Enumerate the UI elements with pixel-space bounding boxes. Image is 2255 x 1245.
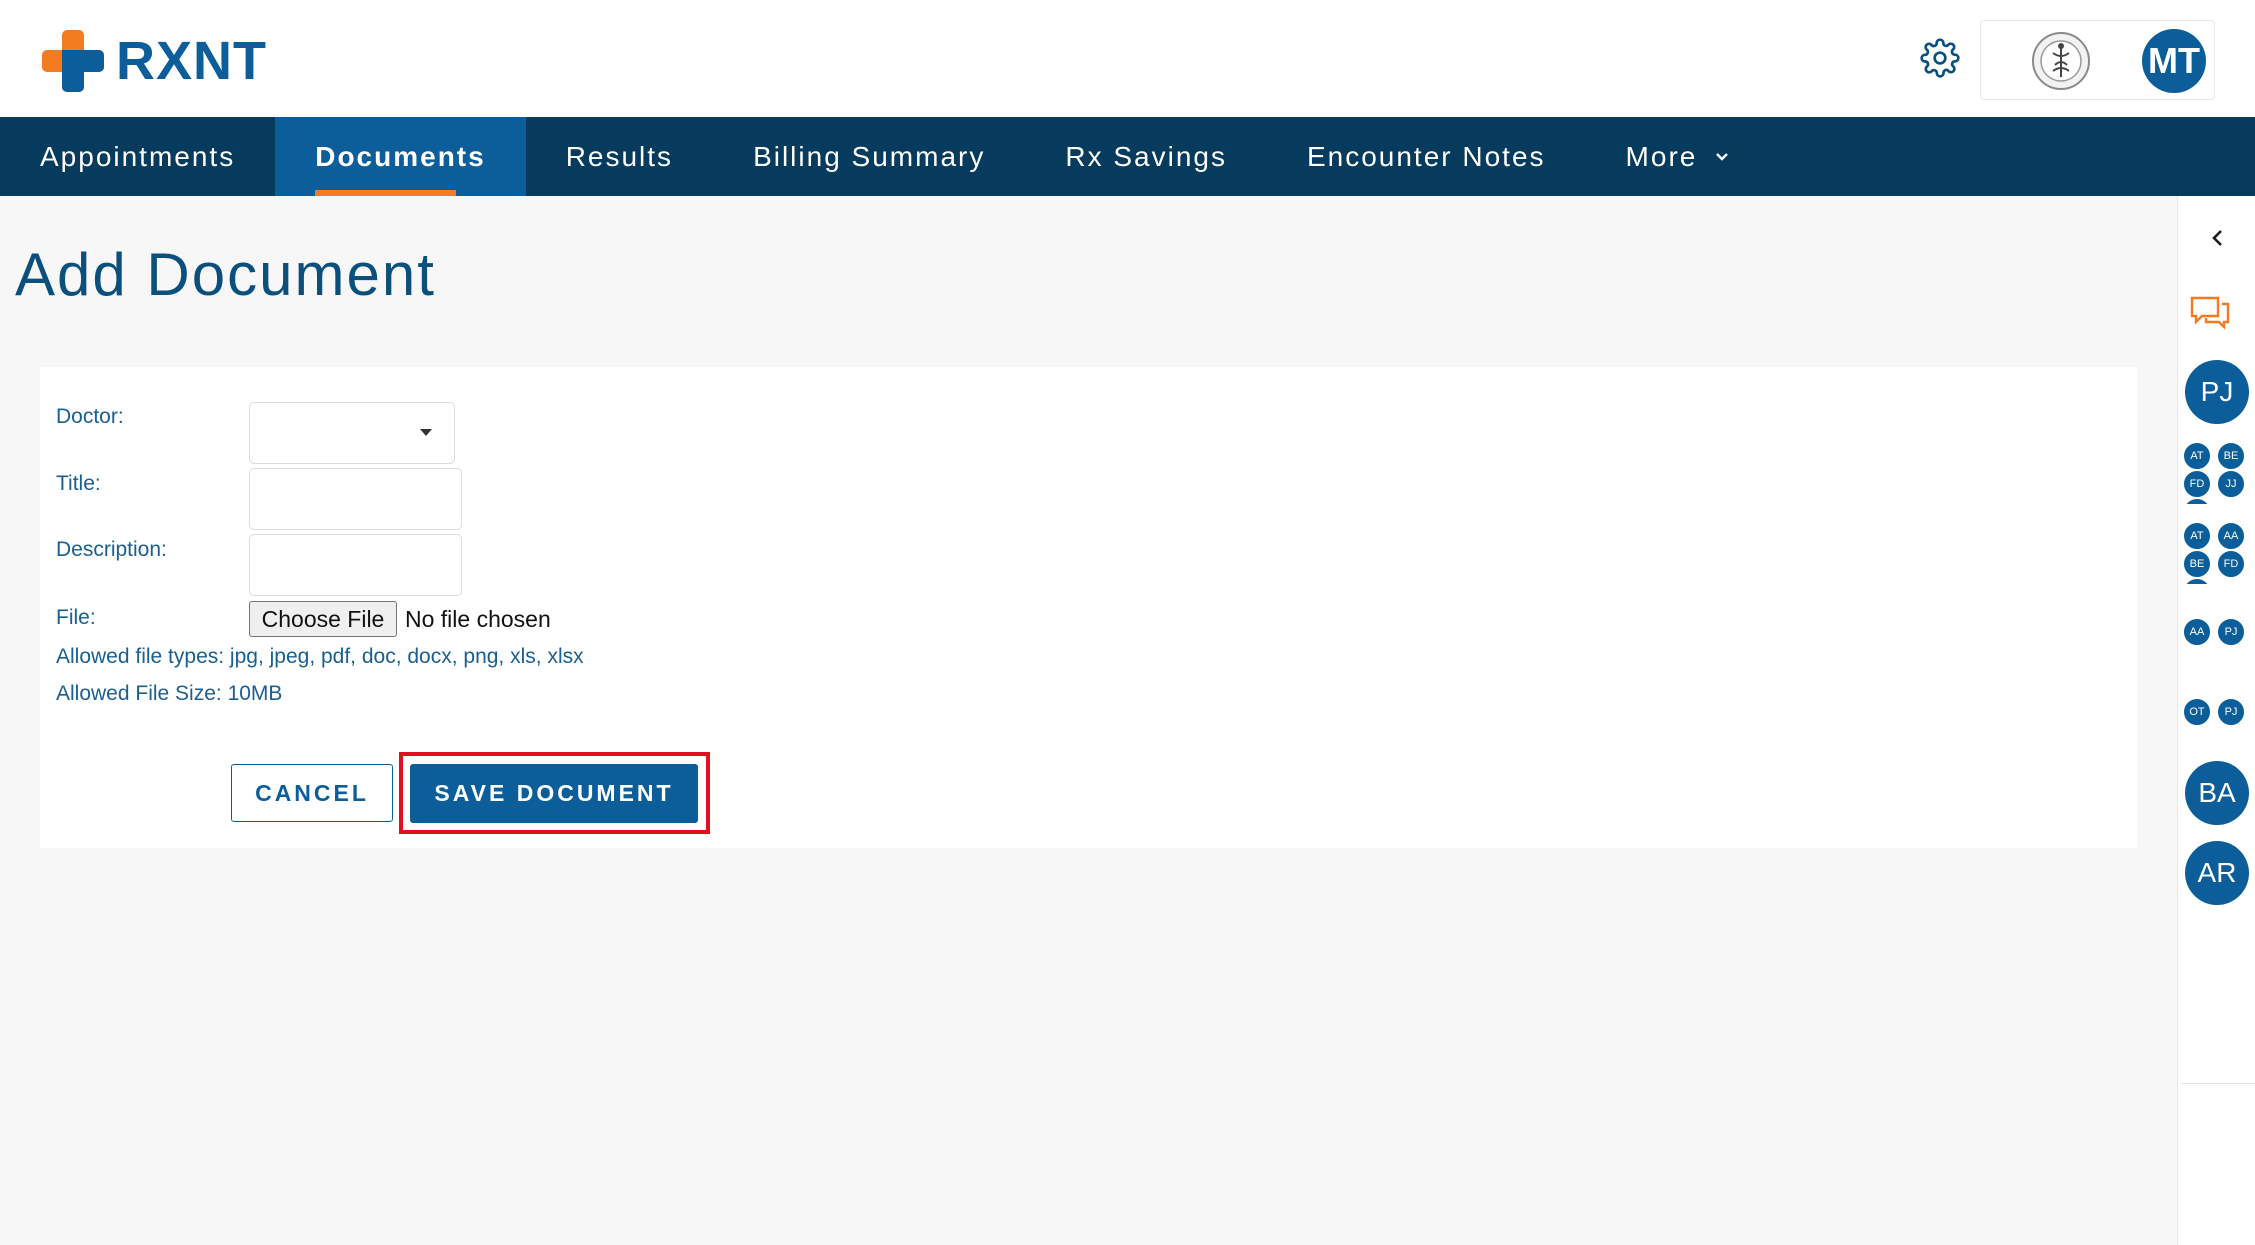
nav-more-label: More xyxy=(1625,140,1698,172)
nav-results[interactable]: Results xyxy=(526,117,713,196)
group-avatar: JJ xyxy=(2183,498,2211,504)
group-avatar: PJ xyxy=(2217,618,2245,646)
description-label: Description: xyxy=(56,538,167,561)
group-avatar: AT xyxy=(2183,522,2211,550)
group-avatar: OT xyxy=(2183,698,2211,726)
chevron-down-icon xyxy=(1716,152,1729,161)
caret-down-icon xyxy=(420,429,432,436)
profile-menu[interactable]: MT xyxy=(1980,20,2215,100)
nav-billing-summary-label: Billing Summary xyxy=(753,140,986,172)
rxnt-logo-cross-icon xyxy=(42,30,104,92)
nav-more[interactable]: More xyxy=(1586,117,1772,196)
group-avatar: JJ xyxy=(2217,470,2245,498)
group-avatar: FD xyxy=(2217,550,2245,578)
allowed-file-types: Allowed file types: jpg, jpeg, pdf, doc,… xyxy=(56,645,584,668)
practice-seal-icon xyxy=(2032,32,2090,90)
contact-avatar-pj[interactable]: PJ xyxy=(2185,360,2249,424)
title-input[interactable] xyxy=(249,468,462,530)
nav-results-label: Results xyxy=(565,140,674,172)
rxnt-logo[interactable]: RXNT xyxy=(42,30,267,92)
nav-documents-label: Documents xyxy=(315,140,486,172)
nav-appointments-label: Appointments xyxy=(40,140,236,172)
contact-group-3[interactable]: AA PJ xyxy=(2183,618,2253,650)
nav-encounter-notes-label: Encounter Notes xyxy=(1306,140,1546,172)
nav-rx-savings-label: Rx Savings xyxy=(1065,140,1227,172)
sidebar-divider xyxy=(2182,1083,2255,1084)
nav-billing-summary[interactable]: Billing Summary xyxy=(713,117,1025,196)
group-avatar: AA xyxy=(2217,522,2245,550)
file-status-text: No file chosen xyxy=(405,606,551,632)
description-input[interactable] xyxy=(249,534,462,596)
group-avatar: BE xyxy=(2183,550,2211,578)
group-avatar: AA xyxy=(2183,618,2211,646)
allowed-file-size: Allowed File Size: 10MB xyxy=(56,682,283,705)
doctor-label: Doctor: xyxy=(56,405,124,428)
chevron-left-icon[interactable] xyxy=(2205,225,2231,251)
user-avatar[interactable]: MT xyxy=(2142,29,2206,93)
nav-appointments[interactable]: Appointments xyxy=(0,117,275,196)
group-avatar: PJ xyxy=(2217,698,2245,726)
page-title: Add Document xyxy=(15,241,436,308)
nav-encounter-notes[interactable]: Encounter Notes xyxy=(1267,117,1586,196)
choose-file-button[interactable]: Choose File xyxy=(249,601,397,637)
group-avatar: BE xyxy=(2217,442,2245,470)
group-avatar: AT xyxy=(2183,442,2211,470)
add-document-form: Doctor: Title: Description: File: Choose… xyxy=(40,367,2137,848)
nav-rx-savings[interactable]: Rx Savings xyxy=(1025,117,1267,196)
contact-avatar-ar[interactable]: AR xyxy=(2185,841,2249,905)
doctor-select[interactable] xyxy=(249,402,455,464)
cancel-button[interactable]: CANCEL xyxy=(231,764,393,822)
logo-text: RXNT xyxy=(116,31,267,91)
contact-group-2[interactable]: AT AA BE FD JJ xyxy=(2183,522,2253,584)
title-label: Title: xyxy=(56,472,101,495)
file-label: File: xyxy=(56,606,96,629)
top-header: RXNT MT xyxy=(0,0,2255,117)
nav-documents[interactable]: Documents xyxy=(275,117,526,196)
save-document-button[interactable]: SAVE DOCUMENT xyxy=(410,764,698,823)
group-avatar: JJ xyxy=(2183,578,2211,584)
main-nav: Appointments Documents Results Billing S… xyxy=(0,117,2255,196)
gear-icon[interactable] xyxy=(1920,38,1960,78)
group-avatar: FD xyxy=(2183,470,2211,498)
contact-avatar-ba[interactable]: BA xyxy=(2185,761,2249,825)
contact-group-1[interactable]: AT BE FD JJ JJ xyxy=(2183,442,2253,504)
chat-icon[interactable] xyxy=(2188,292,2232,332)
contact-group-4[interactable]: OT PJ xyxy=(2183,698,2253,730)
